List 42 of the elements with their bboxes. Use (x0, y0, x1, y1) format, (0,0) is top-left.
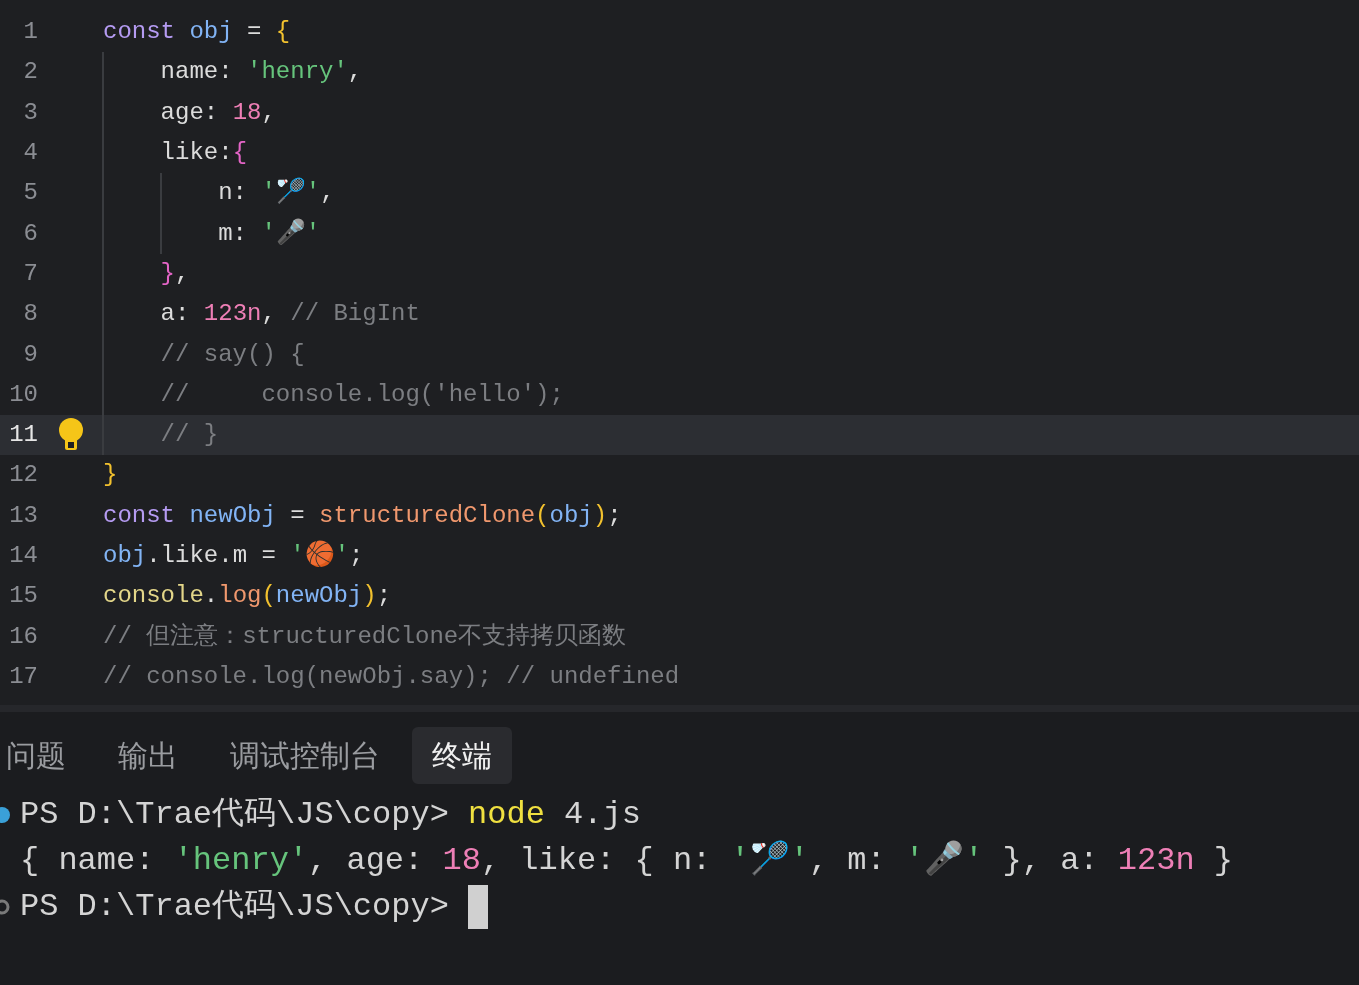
terminal-line: { name: 'henry', age: 18, like: { n: '🏸', m: '🎤' }, a: 123n } (20, 839, 1233, 881)
code-line: // say() { (159, 339, 305, 370)
code-line: // } (159, 420, 219, 451)
panel-tab[interactable]: 问题 (0, 727, 86, 784)
line-number: 12 (8, 460, 38, 491)
code-line: m: '🎤' (217, 217, 321, 249)
panel-tab[interactable]: 调试控制台 (210, 727, 400, 784)
code-line: } (103, 460, 118, 491)
code-line: const newObj = structuredClone(obj); (103, 500, 622, 531)
line-number: 13 (8, 500, 38, 531)
code-line: age: 18, (159, 97, 276, 128)
code-line: // console.log(newObj.say); // undefined (103, 661, 680, 692)
code-line: like:{ (159, 138, 248, 169)
panel-tab[interactable]: 输出 (98, 727, 198, 784)
code-line: n: '🏸', (217, 176, 335, 209)
line-number: 8 (22, 299, 38, 330)
line-number: 9 (22, 339, 38, 370)
lightbulb-icon[interactable] (57, 418, 84, 453)
line-number: 11 (8, 420, 38, 451)
code-line: // console.log('hello'); (159, 379, 564, 410)
line-number: 15 (8, 581, 38, 612)
line-number: 3 (22, 97, 38, 128)
line-number: 7 (22, 258, 38, 289)
line-number: 16 (8, 621, 38, 652)
code-line: a: 123n, // BigInt (159, 299, 420, 330)
panel-tab[interactable]: 终端 (412, 727, 512, 784)
line-number: 14 (8, 541, 38, 571)
line-number: 10 (8, 379, 38, 410)
line-number: 2 (22, 57, 38, 88)
code-line: }, (159, 258, 190, 289)
line-number: 5 (22, 178, 38, 209)
code-line: name: 'henry', (159, 57, 363, 88)
line-number: 17 (8, 661, 38, 692)
terminal-line: PS D:\Trae代码\JS\copy> node 4.js (20, 795, 641, 835)
terminal-line: PS D:\Trae代码\JS\copy> (20, 887, 450, 927)
code-line: const obj = { (103, 17, 291, 48)
code-line: console.log(newObj); (103, 581, 392, 612)
line-number: 6 (22, 218, 38, 249)
code-line: obj.like.m = '🏀'; (103, 539, 364, 571)
line-number: 4 (22, 138, 38, 169)
line-number: 1 (22, 17, 38, 48)
code-line: // 但注意：structuredClone不支持拷贝函数 (103, 621, 627, 652)
